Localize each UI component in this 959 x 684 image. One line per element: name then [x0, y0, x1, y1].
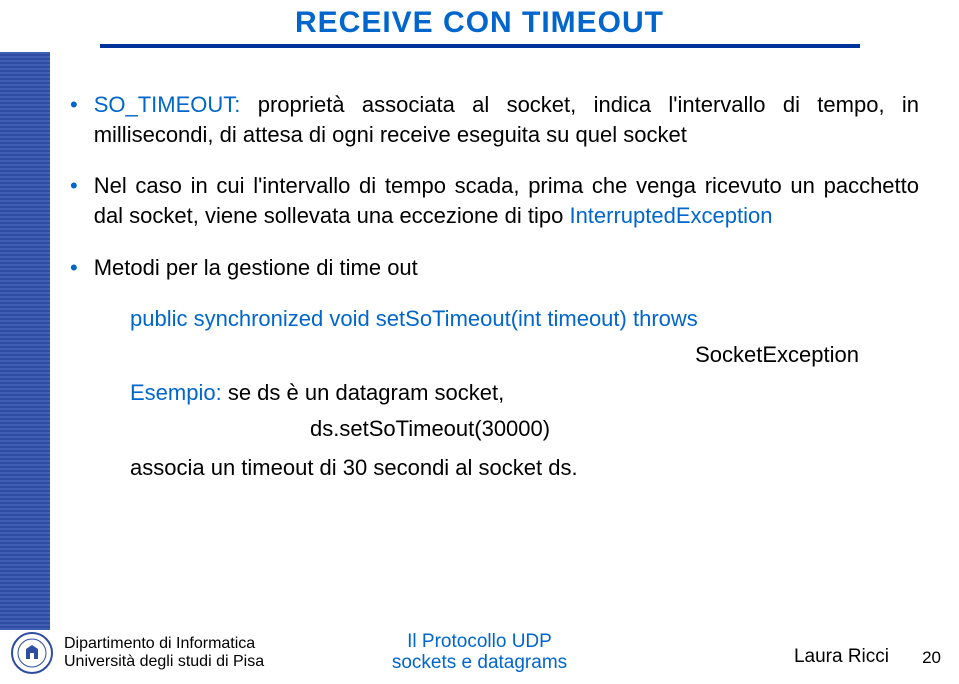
slide-title: RECEIVE CON TIMEOUT: [0, 6, 959, 40]
bullet-2-text: Nel caso in cui l'intervallo di tempo sc…: [94, 173, 919, 228]
code-exception: SocketException: [130, 340, 919, 370]
dept-line2: Università degli studi di Pisa: [64, 653, 264, 671]
example-label: Esempio:: [130, 380, 222, 405]
example-code: ds.setSoTimeout(30000): [310, 414, 919, 444]
bullet-1-prefix: SO_TIMEOUT:: [94, 92, 241, 117]
example-desc: associa un timeout di 30 secondi al sock…: [130, 453, 919, 483]
bullet-2: • Nel caso in cui l'intervallo di tempo …: [70, 171, 919, 230]
bullet-icon: •: [70, 171, 78, 230]
bullet-icon: •: [70, 253, 78, 283]
example-text: se ds è un datagram socket,: [222, 380, 505, 405]
bullet-1: • SO_TIMEOUT: proprietà associata al soc…: [70, 90, 919, 149]
slide-content: • SO_TIMEOUT: proprietà associata al soc…: [70, 90, 919, 483]
title-underline: [100, 44, 860, 48]
footer-center-line1: Il Protocollo UDP: [392, 632, 567, 653]
page-number: 20: [922, 648, 941, 668]
dept-line1: Dipartimento di Informatica: [64, 635, 264, 653]
footer-author: Laura Ricci: [794, 646, 889, 668]
footer-center: Il Protocollo UDP sockets e datagrams: [392, 632, 567, 674]
bullet-2-exception: InterruptedException: [569, 203, 772, 228]
footer-center-line2: sockets e datagrams: [392, 653, 567, 674]
code-line: public synchronized void setSoTimeout(in…: [130, 304, 919, 334]
bullet-3-text: Metodi per la gestione di time out: [94, 255, 418, 280]
bullet-3: • Metodi per la gestione di time out: [70, 253, 919, 283]
side-decoration: [0, 52, 50, 630]
bullet-icon: •: [70, 90, 78, 149]
university-crest-icon: [10, 631, 54, 675]
